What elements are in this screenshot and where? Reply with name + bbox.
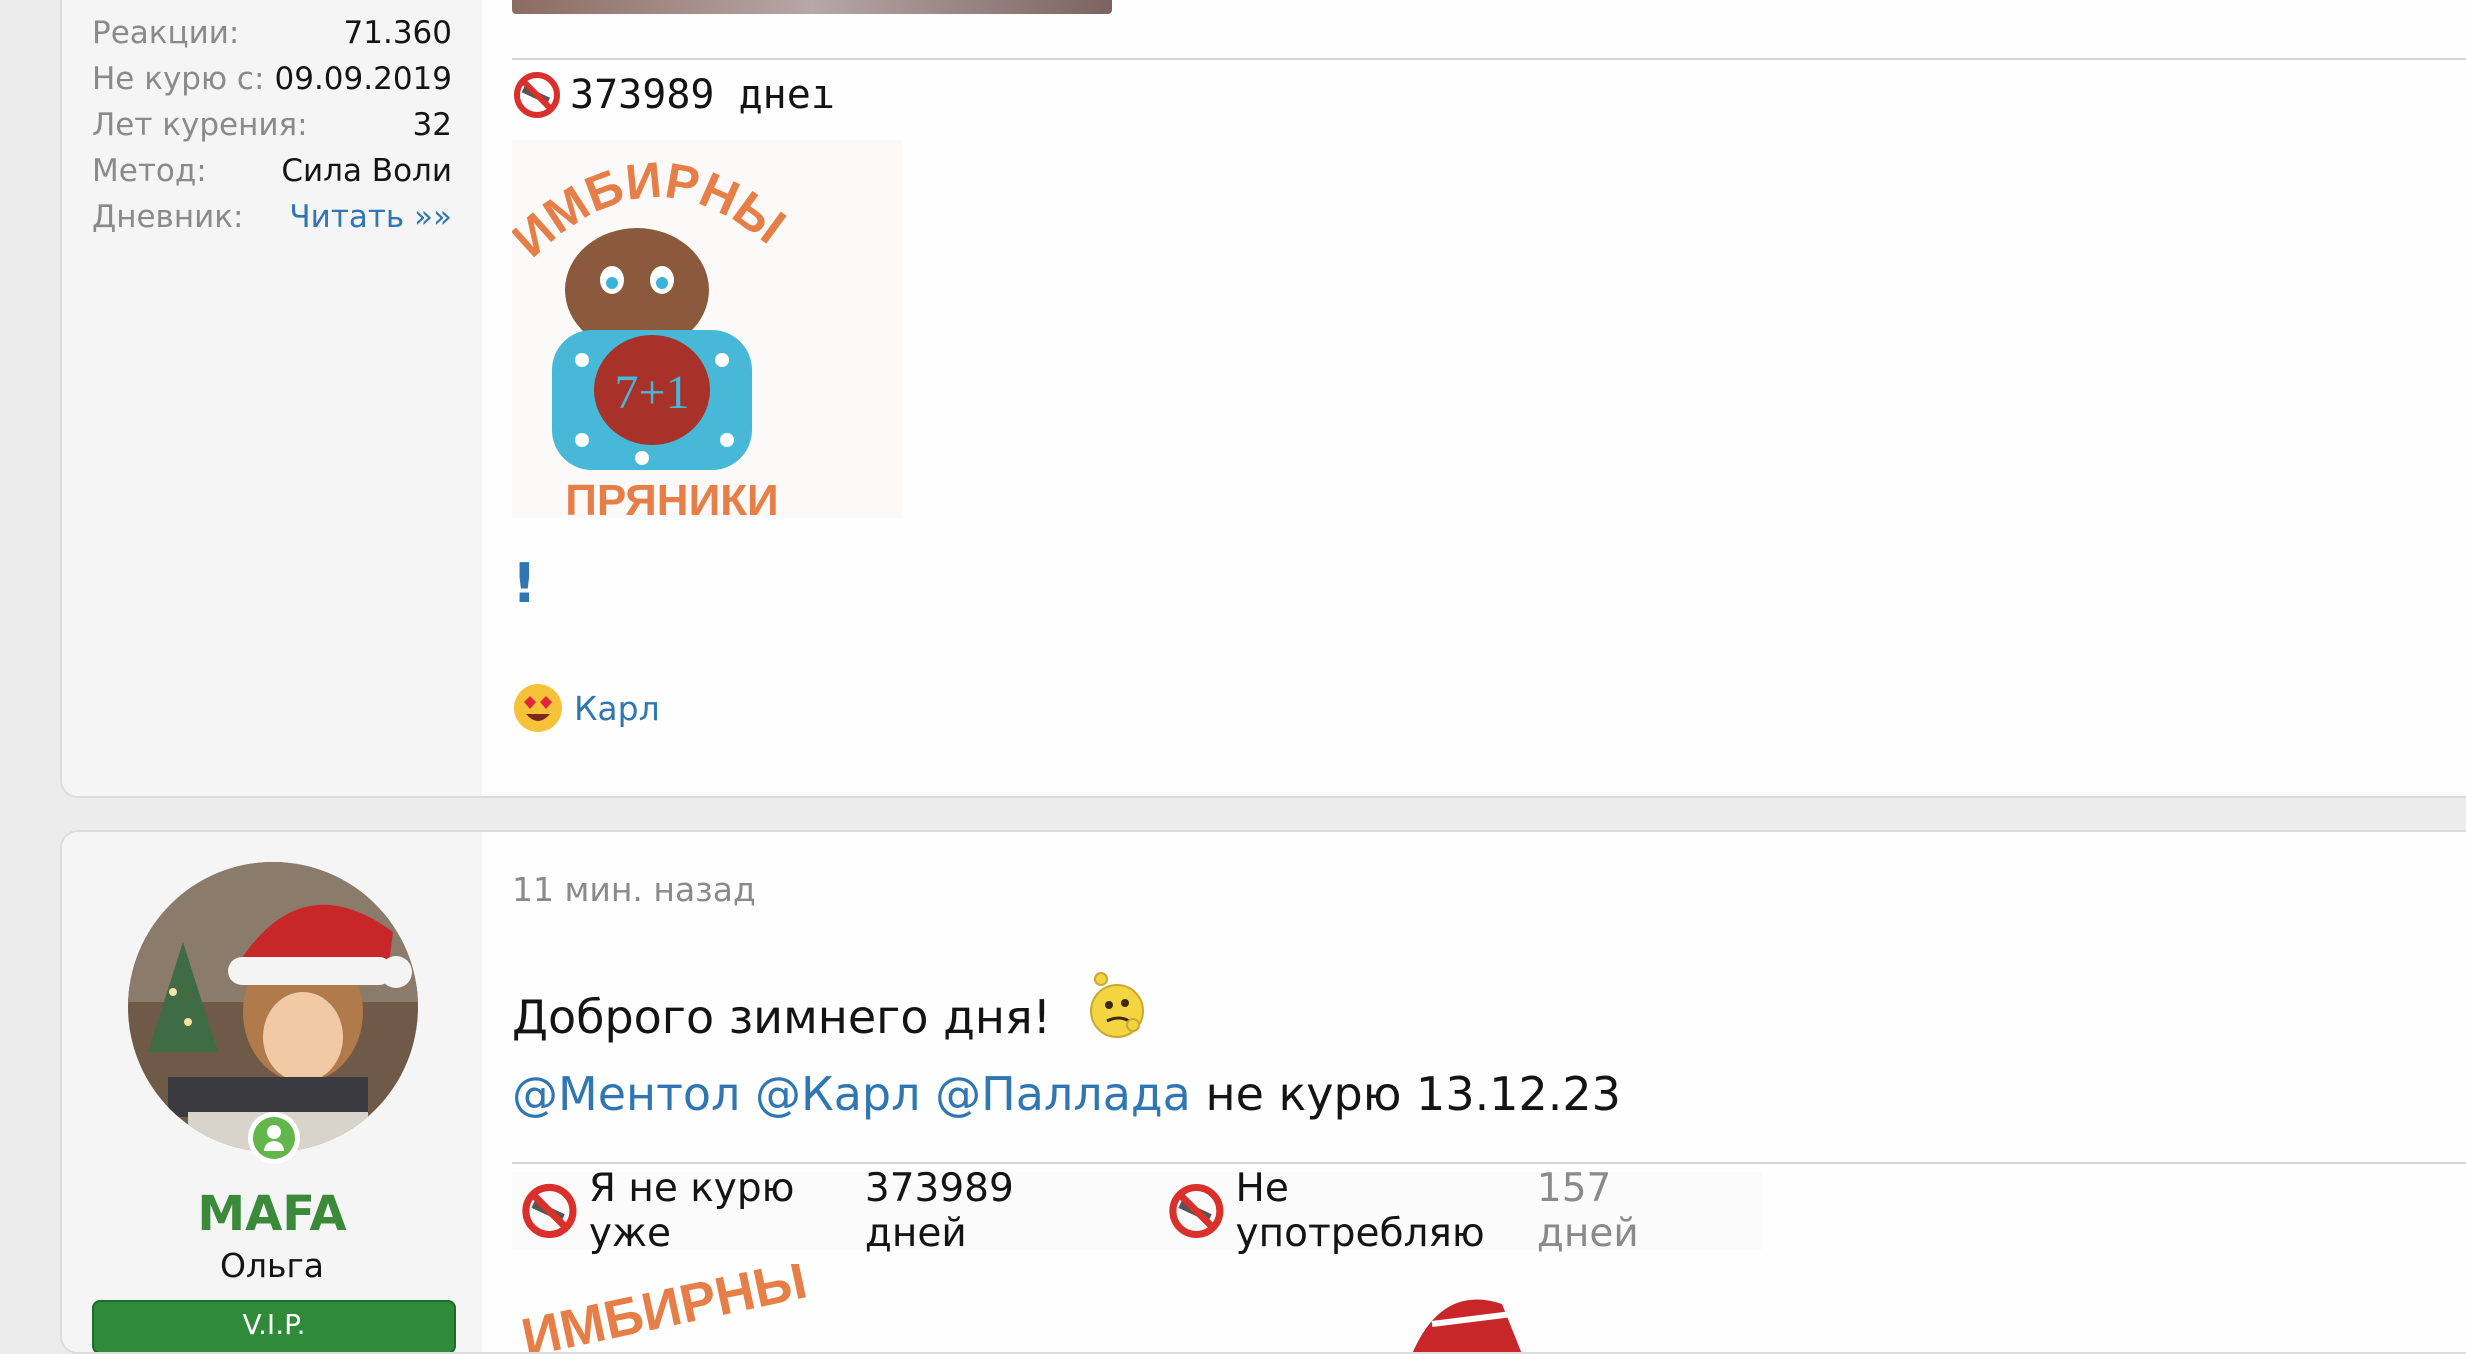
message-greeting: Доброго зимнего дня!	[512, 972, 1151, 1052]
signature-label: Я не курю уже	[588, 1166, 795, 1256]
user-title: Ольга	[219, 1246, 325, 1285]
greeting-text: Доброго зимнего дня!	[512, 990, 1052, 1044]
signature-counters: Я не курю уже 373989 дней Не употребляю …	[512, 1166, 1762, 1256]
no-smoking-icon	[522, 1183, 577, 1239]
post-previous: Реакции: 71.360 Не курю с: 09.09.2019 Ле…	[60, 0, 2466, 798]
online-user-icon	[248, 1112, 300, 1164]
avatar[interactable]	[128, 862, 418, 1152]
post-mafa: MAFA Ольга V.I.P. 11 мин. назад Доброго …	[60, 830, 2466, 1354]
avatar-container[interactable]	[128, 862, 418, 1164]
stat-value: 09.09.2019	[274, 61, 453, 97]
signature-banner-images: ИМБИРНЫ	[517, 1264, 1522, 1354]
mention-link[interactable]: @Ментол	[512, 1067, 740, 1121]
stat-row-smoking-years: Лет курения: 32	[92, 102, 452, 148]
user-info-panel: Реакции: 71.360 Не курю с: 09.09.2019 Ле…	[62, 0, 482, 796]
stat-row-diary: Дневник: Читать »»	[92, 194, 452, 240]
vip-badge: V.I.P.	[92, 1300, 456, 1352]
signature-counter: 373989 днеı	[512, 68, 835, 122]
no-smoking-icon	[514, 72, 560, 118]
reaction-summary[interactable]: Карл	[512, 680, 660, 736]
gingerbread-banner-image: ИМБИРНЫЕ 7+1 ПРЯНИКИ	[512, 140, 902, 518]
samovar-text: 7+1	[614, 366, 689, 419]
stat-row-reactions: Реакции: 71.360	[92, 10, 452, 56]
days-counter-text: 373989 днеı	[570, 72, 835, 118]
signature-counter-smoking: Я не курю уже 373989 дней	[512, 1166, 1107, 1256]
signature-value: 157 дней	[1536, 1166, 1639, 1256]
reaction-user-link[interactable]: Карл	[574, 689, 660, 728]
post-timestamp[interactable]: 11 мин. назад	[512, 870, 756, 909]
user-info-panel: MAFA Ольга V.I.P.	[62, 832, 482, 1352]
stat-label: Лет курения:	[92, 107, 308, 143]
stat-value: Сила Воли	[281, 153, 452, 189]
mention-link[interactable]: @Карл	[755, 1067, 920, 1121]
post-exclamation: !	[512, 552, 537, 615]
mention-link[interactable]: @Паллада	[935, 1067, 1191, 1121]
message-mentions: @Ментол @Карл @Паллада не курю 13.12.23	[512, 1066, 1621, 1122]
stat-label: Дневник:	[92, 199, 244, 235]
no-smoking-icon	[1169, 1183, 1224, 1239]
stat-row-quit-date: Не курю с: 09.09.2019	[92, 56, 452, 102]
banner-top-text: ИМБИРНЫ	[517, 1264, 812, 1354]
message-tail-text: не курю 13.12.23	[1205, 1067, 1621, 1121]
stat-label: Не курю с:	[92, 61, 265, 97]
signature-value: 373989 дней	[864, 1166, 1014, 1256]
diary-read-link[interactable]: Читать »»	[289, 194, 452, 240]
signature-counter-abstain: Не употребляю 157 дней	[1159, 1166, 1710, 1256]
stat-value: 71.360	[343, 15, 452, 51]
post-content: 11 мин. назад Доброго зимнего дня! @Мент…	[482, 832, 2466, 1352]
stat-label: Метод:	[92, 153, 207, 189]
post-content: 373989 днеı ИМБИРНЫЕ 7+1 ПРЯНИКИ	[482, 0, 2466, 796]
banner-bottom-text: ПРЯНИКИ	[565, 476, 778, 518]
signature-divider	[512, 1162, 2466, 1164]
thinking-emoji-icon	[1090, 972, 1145, 1038]
signature-label: Не употребляю	[1235, 1166, 1485, 1256]
stat-label: Реакции:	[92, 15, 240, 51]
stat-value: 32	[412, 107, 452, 143]
user-stats: Реакции: 71.360 Не курю с: 09.09.2019 Ле…	[92, 10, 452, 240]
signature-divider	[512, 58, 2466, 60]
heart-eyes-emoji-icon	[514, 684, 562, 732]
stat-row-method: Метод: Сила Воли	[92, 148, 452, 194]
username-link[interactable]: MAFA	[62, 1186, 482, 1242]
post-image-bottom[interactable]	[512, 0, 1112, 14]
